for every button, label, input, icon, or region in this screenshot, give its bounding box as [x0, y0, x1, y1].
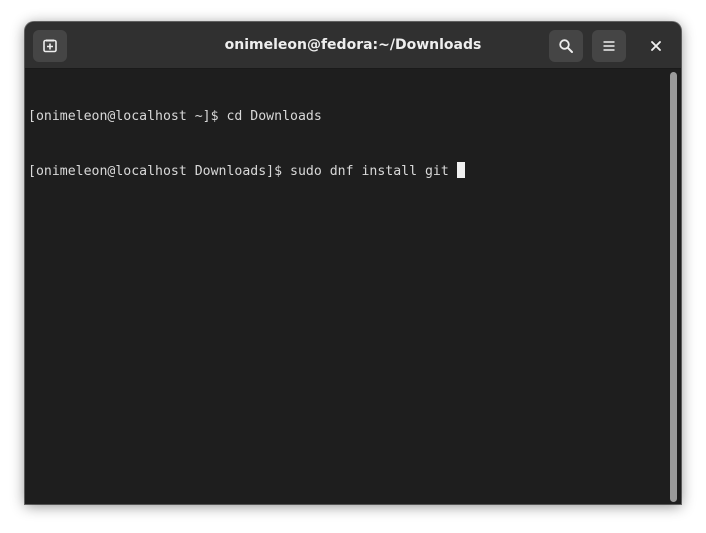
terminal-line: [onimeleon@localhost ~]$ cd Downloads [28, 108, 667, 126]
text-cursor [456, 162, 465, 178]
search-button[interactable] [549, 30, 583, 62]
menu-button[interactable] [592, 30, 626, 62]
terminal-line: [onimeleon@localhost Downloads]$ sudo dn… [28, 162, 667, 180]
close-icon [651, 41, 661, 51]
close-button[interactable] [639, 30, 673, 62]
terminal-line-text: [onimeleon@localhost ~]$ cd Downloads [28, 109, 322, 124]
new-tab-button[interactable] [33, 30, 67, 62]
header-bar: onimeleon@fedora:~/Downloads [25, 22, 681, 69]
terminal-output[interactable]: [onimeleon@localhost ~]$ cd Downloads [o… [25, 70, 667, 504]
search-icon [559, 39, 573, 53]
vertical-scrollbar[interactable] [667, 70, 681, 504]
terminal-line-text: [onimeleon@localhost Downloads]$ sudo dn… [28, 164, 457, 179]
hamburger-menu-icon [603, 41, 615, 51]
terminal-window: onimeleon@fedora:~/Downloads [onimeleon@… [25, 22, 681, 504]
new-tab-icon [43, 39, 57, 53]
scrollbar-thumb[interactable] [670, 72, 677, 502]
